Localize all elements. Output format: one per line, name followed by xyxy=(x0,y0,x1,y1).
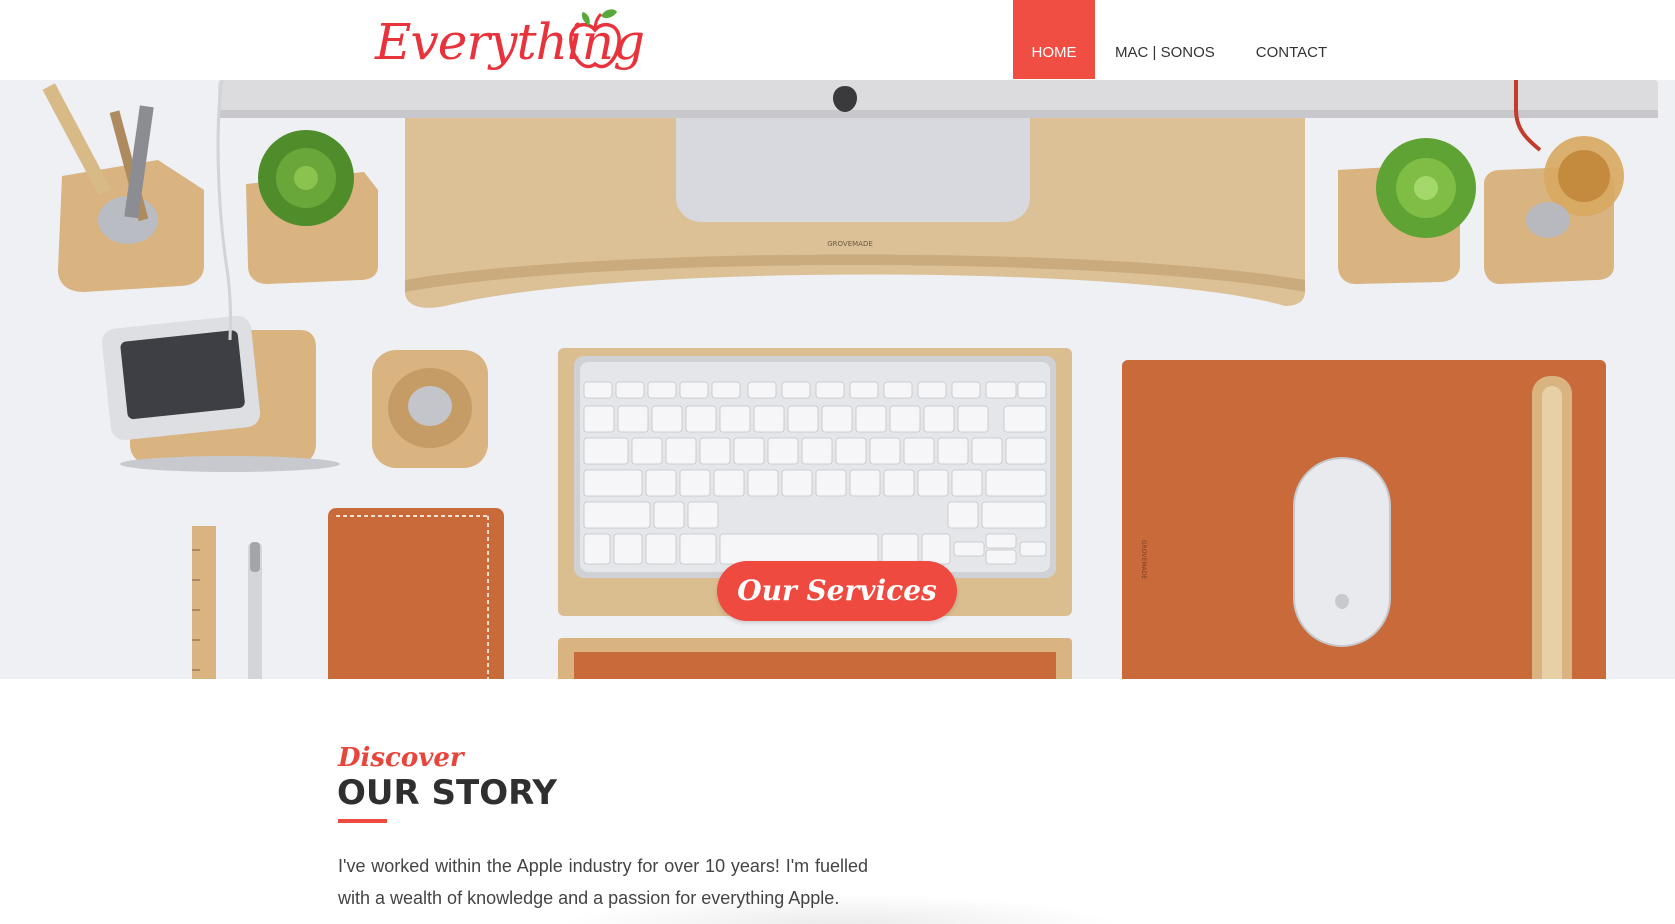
stand-brand-text: GROVEMADE xyxy=(827,240,873,248)
mousepad-brand-text: GROVEMADE xyxy=(1140,540,1147,579)
story-title: OUR STORY xyxy=(337,773,558,813)
nav-mac-sonos[interactable]: MAC | SONOS xyxy=(1115,0,1215,79)
magic-mouse xyxy=(1293,457,1391,647)
story-section: Discover OUR STORY I've worked within th… xyxy=(0,679,1675,924)
monitor xyxy=(218,80,1658,118)
our-services-button[interactable]: Our Services xyxy=(717,561,957,621)
nav-contact[interactable]: CONTACT xyxy=(1256,0,1327,79)
nav-home[interactable]: HOME xyxy=(1013,0,1095,79)
hero-banner: GROVEMADE GROVEMADE Our Services xyxy=(0,80,1675,679)
site-header: Everything HOME MAC | SONOS CONTACT xyxy=(0,0,1675,80)
apple-logo-icon xyxy=(569,9,621,69)
story-kicker: Discover xyxy=(338,743,464,773)
leather-notebook xyxy=(328,508,504,679)
section-shadow xyxy=(560,894,1120,924)
site-logo[interactable]: Everything xyxy=(375,4,645,76)
clip-tray xyxy=(372,350,488,468)
main-nav: HOME MAC | SONOS CONTACT xyxy=(1013,0,1327,79)
phone-dock xyxy=(101,315,340,472)
title-underline xyxy=(338,819,387,823)
lower-tray xyxy=(558,638,1072,679)
